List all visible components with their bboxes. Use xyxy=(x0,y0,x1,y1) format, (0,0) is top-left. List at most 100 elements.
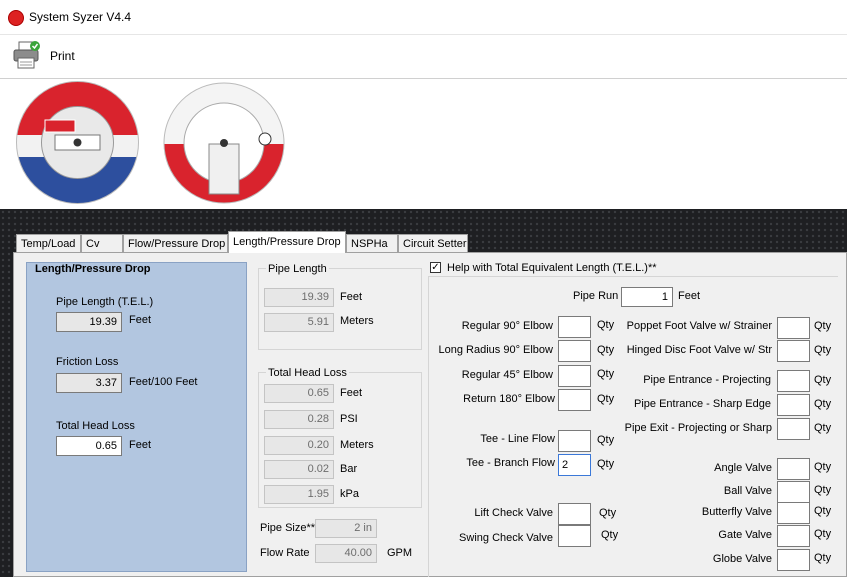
length-pressure-group: Length/Pressure Drop xyxy=(26,262,247,572)
pipe-length-feet-value: 19.39 xyxy=(264,288,334,307)
pipe-length-tel-value: 19.39 xyxy=(56,312,122,332)
qty-label: Qty xyxy=(597,368,615,380)
qty-label: Qty xyxy=(599,507,617,519)
friction-loss-label: Friction Loss xyxy=(56,356,119,368)
qty-label: Qty xyxy=(814,422,832,434)
fitting-lift-check-valve-label: Lift Check Valve xyxy=(474,507,553,519)
app-icon xyxy=(8,10,24,26)
fitting-pipe-entrance-projecting-input[interactable] xyxy=(777,370,810,392)
fitting-pipe-entrance-sharp-edge-input[interactable] xyxy=(777,394,810,416)
fitting-poppet-foot-valve-input[interactable] xyxy=(777,317,810,339)
syzer-wheel-front-image xyxy=(16,81,139,204)
pipe-run-label: Pipe Run xyxy=(573,290,619,302)
head-loss-feet-unit: Feet xyxy=(340,387,363,399)
fitting-ball-valve-input[interactable] xyxy=(777,481,810,503)
qty-label: Qty xyxy=(814,344,832,356)
flow-rate-value: 40.00 xyxy=(315,544,377,563)
head-loss-bar-unit: Bar xyxy=(340,463,358,475)
total-head-loss-title: Total Head Loss xyxy=(266,367,349,379)
tab-cv[interactable]: Cv xyxy=(81,234,123,252)
qty-label: Qty xyxy=(597,458,615,470)
head-loss-psi-value: 0.28 xyxy=(264,410,334,429)
fitting-globe-valve-label: Globe Valve xyxy=(712,553,772,565)
flow-rate-unit: GPM xyxy=(387,547,413,559)
friction-loss-value: 3.37 xyxy=(56,373,122,393)
fitting-swing-check-valve-label: Swing Check Valve xyxy=(459,532,553,544)
qty-label: Qty xyxy=(814,528,832,540)
pipe-length-tel-unit: Feet xyxy=(129,314,152,326)
fitting-butterfly-valve-input[interactable] xyxy=(777,502,810,524)
fitting-regular-90-elbow-input[interactable] xyxy=(558,316,591,338)
qty-label: Qty xyxy=(814,505,832,517)
print-button[interactable]: Print xyxy=(50,49,75,63)
qty-label: Qty xyxy=(597,393,615,405)
fitting-tee-line-flow-input[interactable] xyxy=(558,430,591,452)
fitting-return-180-elbow-label: Return 180° Elbow xyxy=(463,393,555,405)
fitting-tee-branch-flow-label: Tee - Branch Flow xyxy=(466,457,555,469)
fitting-globe-valve-input[interactable] xyxy=(777,549,810,571)
head-loss-feet-value: 0.65 xyxy=(264,384,334,403)
qty-label: Qty xyxy=(814,552,832,564)
qty-label: Qty xyxy=(597,344,615,356)
tab-length-pressure-drop[interactable]: Length/Pressure Drop xyxy=(228,231,346,253)
pipe-length-title: Pipe Length xyxy=(266,263,329,275)
fitting-gate-valve-input[interactable] xyxy=(777,525,810,547)
head-loss-meters-value: 0.20 xyxy=(264,436,334,455)
pipe-run-input[interactable]: 1 xyxy=(621,287,673,307)
fitting-swing-check-valve-input[interactable] xyxy=(558,525,591,547)
fitting-angle-valve-label: Angle Valve xyxy=(714,462,772,474)
group-title: Length/Pressure Drop xyxy=(35,263,151,275)
fitting-hinged-disc-foot-valve-input[interactable] xyxy=(777,340,810,362)
fitting-long-radius-90-elbow-label: Long Radius 90° Elbow xyxy=(438,344,553,356)
printer-icon[interactable] xyxy=(12,40,40,70)
qty-label: Qty xyxy=(814,320,832,332)
friction-loss-unit: Feet/100 Feet xyxy=(129,376,198,388)
qty-label: Qty xyxy=(814,461,832,473)
qty-label: Qty xyxy=(601,529,619,541)
fitting-regular-45-elbow-label: Regular 45° Elbow xyxy=(461,369,553,381)
total-head-loss-unit: Feet xyxy=(129,439,152,451)
qty-label: Qty xyxy=(597,434,615,446)
fitting-lift-check-valve-input[interactable] xyxy=(558,503,591,525)
tab-temp-load[interactable]: Temp/Load xyxy=(16,234,81,252)
toolbar xyxy=(0,35,847,77)
pipe-length-meters-value: 5.91 xyxy=(264,313,334,332)
fitting-tee-branch-flow-input[interactable]: 2 xyxy=(558,454,591,476)
pipe-size-label: Pipe Size** xyxy=(260,522,316,534)
fitting-pipe-exit-label: Pipe Exit - Projecting or Sharp xyxy=(624,422,772,434)
fitting-poppet-foot-valve-label: Poppet Foot Valve w/ Strainer xyxy=(626,320,772,332)
fitting-pipe-entrance-projecting-label: Pipe Entrance - Projecting xyxy=(643,374,771,386)
tel-help-checkbox[interactable]: ✓ xyxy=(430,262,441,273)
qty-label: Qty xyxy=(814,374,832,386)
head-loss-psi-unit: PSI xyxy=(340,413,358,425)
fitting-return-180-elbow-input[interactable] xyxy=(558,389,591,411)
total-head-loss-label: Total Head Loss xyxy=(56,420,135,432)
qty-label: Qty xyxy=(814,398,832,410)
fitting-regular-45-elbow-input[interactable] xyxy=(558,365,591,387)
qty-label: Qty xyxy=(814,484,832,496)
tab-flow-pressure-drop[interactable]: Flow/Pressure Drop xyxy=(123,234,228,252)
pipe-length-tel-label: Pipe Length (T.E.L.) xyxy=(56,296,154,308)
fitting-regular-90-elbow-label: Regular 90° Elbow xyxy=(461,320,553,332)
qty-label: Qty xyxy=(597,319,615,331)
head-loss-bar-value: 0.02 xyxy=(264,460,334,479)
fitting-long-radius-90-elbow-input[interactable] xyxy=(558,340,591,362)
pipe-length-feet-unit: Feet xyxy=(340,291,363,303)
fitting-tee-line-flow-label: Tee - Line Flow xyxy=(480,433,555,445)
head-loss-meters-unit: Meters xyxy=(340,439,374,451)
pipe-run-unit: Feet xyxy=(678,290,701,302)
fitting-butterfly-valve-label: Butterfly Valve xyxy=(701,506,772,518)
pipe-length-meters-unit: Meters xyxy=(340,315,374,327)
tab-circuit-setter[interactable]: Circuit Setter xyxy=(398,234,468,252)
fitting-gate-valve-label: Gate Valve xyxy=(718,529,772,541)
pipe-size-value: 2 in xyxy=(315,519,377,538)
syzer-wheel-back-image xyxy=(163,82,285,204)
fitting-hinged-disc-foot-valve-label: Hinged Disc Foot Valve w/ Str xyxy=(626,344,772,356)
tab-nspha[interactable]: NSPHa xyxy=(346,234,398,252)
fitting-pipe-exit-input[interactable] xyxy=(777,418,810,440)
fitting-angle-valve-input[interactable] xyxy=(777,458,810,480)
flow-rate-label: Flow Rate xyxy=(260,547,310,559)
window-title: System Syzer V4.4 xyxy=(29,10,132,24)
total-head-loss-value[interactable]: 0.65 xyxy=(56,436,122,456)
head-loss-kpa-value: 1.95 xyxy=(264,485,334,504)
